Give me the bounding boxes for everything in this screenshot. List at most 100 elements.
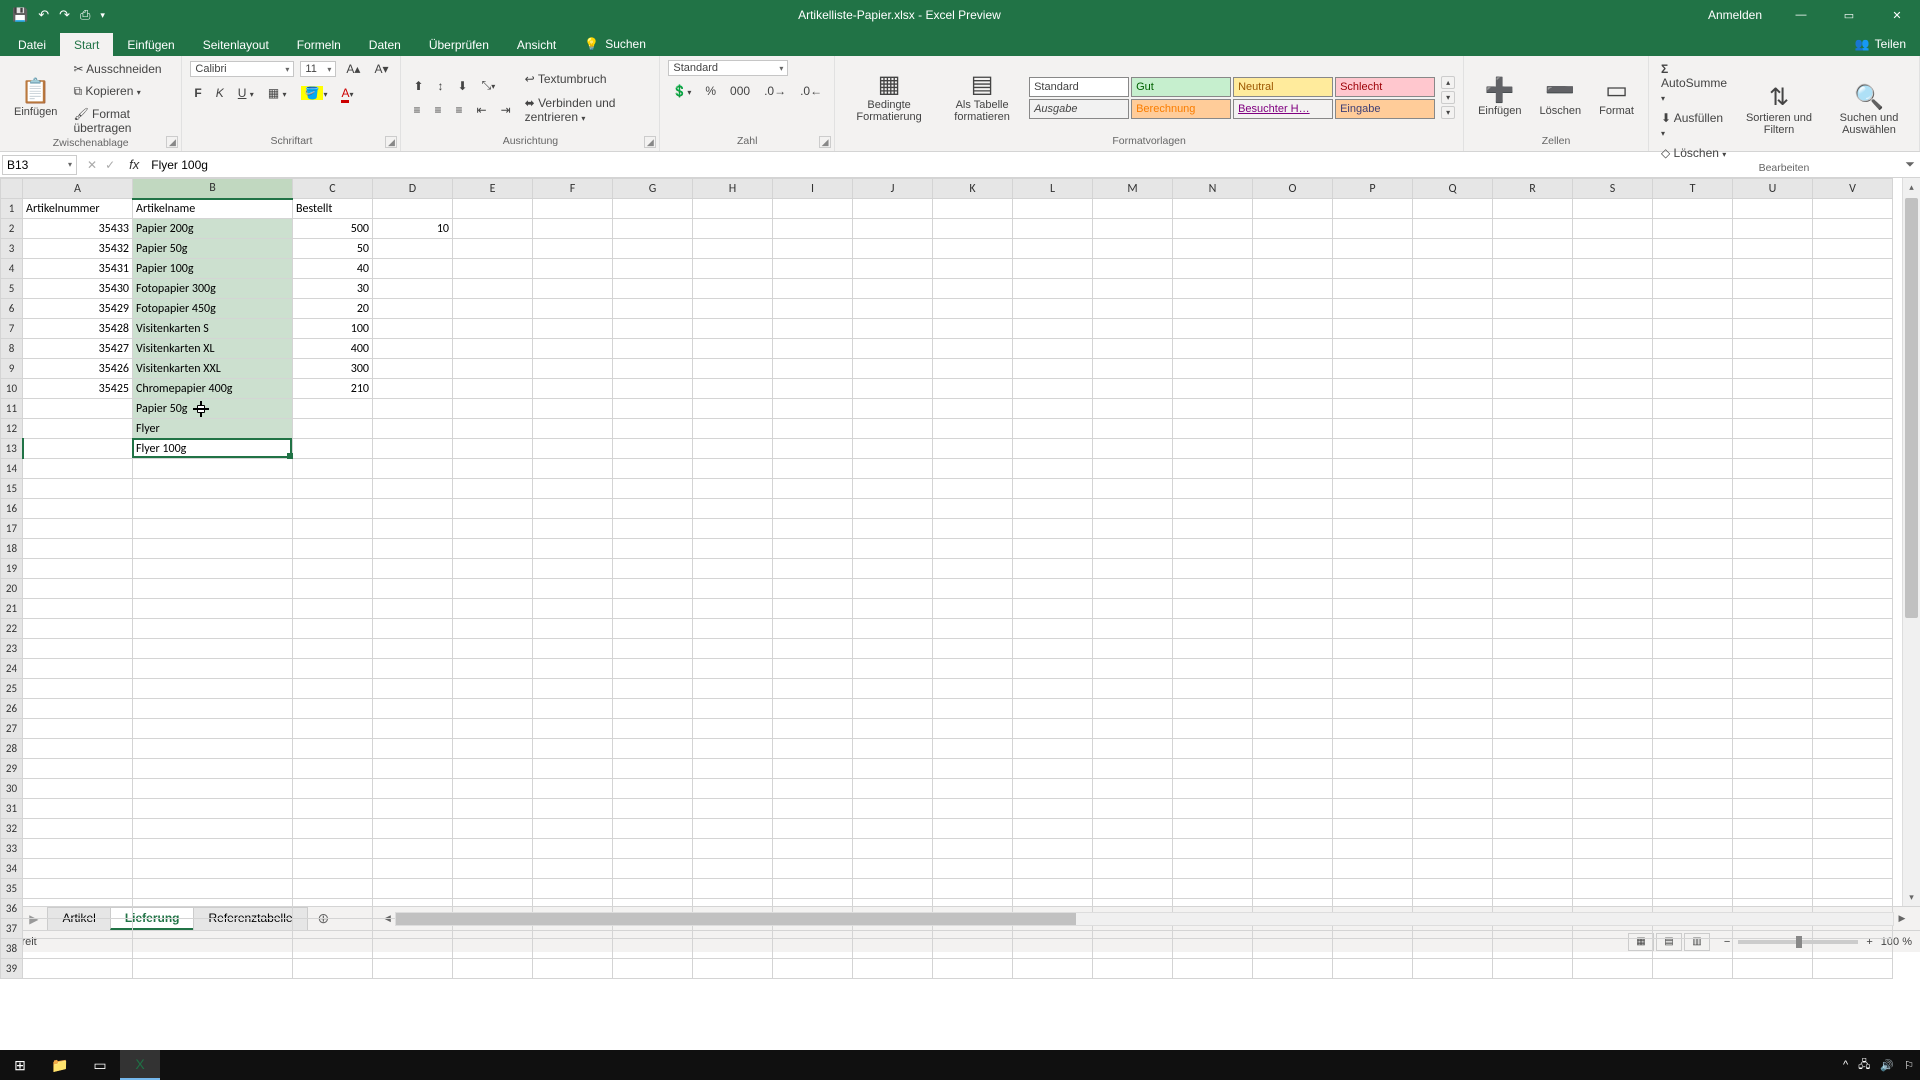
close-button[interactable]: ✕ [1874,0,1920,30]
cell-A18[interactable] [23,539,133,559]
cell-B27[interactable] [133,719,293,739]
cell-G28[interactable] [613,739,693,759]
cell-R4[interactable] [1493,259,1573,279]
cell-I33[interactable] [773,839,853,859]
cell-I12[interactable] [773,419,853,439]
cell-G4[interactable] [613,259,693,279]
align-left-button[interactable]: ≡ [409,101,424,119]
cell-L34[interactable] [1013,859,1093,879]
cell-N25[interactable] [1173,679,1253,699]
cell-U26[interactable] [1733,699,1813,719]
cell-U14[interactable] [1733,459,1813,479]
share-button[interactable]: 👥 Teilen [1841,32,1920,56]
cell-L29[interactable] [1013,759,1093,779]
cell-U1[interactable] [1733,199,1813,219]
cell-E26[interactable] [453,699,533,719]
cell-V33[interactable] [1813,839,1893,859]
cell-J15[interactable] [853,479,933,499]
cell-U35[interactable] [1733,879,1813,899]
autosum-button[interactable]: Σ AutoSumme ▾ [1657,60,1731,106]
cell-N5[interactable] [1173,279,1253,299]
col-header-T[interactable]: T [1653,179,1733,199]
italic-button[interactable]: K [212,84,228,102]
cell-B12[interactable]: Flyer [133,419,293,439]
cell-P15[interactable] [1333,479,1413,499]
cell-K12[interactable] [933,419,1013,439]
row-header-39[interactable]: 39 [1,959,23,979]
cell-J5[interactable] [853,279,933,299]
cell-C7[interactable]: 100 [293,319,373,339]
cell-M16[interactable] [1093,499,1173,519]
cell-T38[interactable] [1653,939,1733,959]
cell-D3[interactable] [373,239,453,259]
cell-S26[interactable] [1573,699,1653,719]
cell-S7[interactable] [1573,319,1653,339]
cell-T9[interactable] [1653,359,1733,379]
cell-F9[interactable] [533,359,613,379]
cell-S34[interactable] [1573,859,1653,879]
cell-I39[interactable] [773,959,853,979]
cell-F35[interactable] [533,879,613,899]
tab-daten[interactable]: Daten [355,33,415,56]
cell-P11[interactable] [1333,399,1413,419]
cell-H19[interactable] [693,559,773,579]
taskbar-excel[interactable]: X [120,1050,160,1080]
cell-O27[interactable] [1253,719,1333,739]
cell-G35[interactable] [613,879,693,899]
cell-J8[interactable] [853,339,933,359]
col-header-V[interactable]: V [1813,179,1893,199]
cell-E16[interactable] [453,499,533,519]
cell-B31[interactable] [133,799,293,819]
cell-S10[interactable] [1573,379,1653,399]
cell-L35[interactable] [1013,879,1093,899]
cell-D20[interactable] [373,579,453,599]
cell-I8[interactable] [773,339,853,359]
accounting-format-button[interactable]: 💲▾ [668,82,695,100]
cell-G14[interactable] [613,459,693,479]
cell-O9[interactable] [1253,359,1333,379]
tray-volume-icon[interactable]: 🔊 [1880,1059,1894,1072]
cell-P23[interactable] [1333,639,1413,659]
row-header-26[interactable]: 26 [1,699,23,719]
cell-E12[interactable] [453,419,533,439]
cell-N24[interactable] [1173,659,1253,679]
cell-R9[interactable] [1493,359,1573,379]
row-header-13[interactable]: 13 [1,439,23,459]
cell-O28[interactable] [1253,739,1333,759]
conditional-formatting-button[interactable]: ▦Bedingte Formatierung [843,71,935,125]
cell-G2[interactable] [613,219,693,239]
merge-center-button[interactable]: ⬌ Verbinden und zentrieren ▾ [521,94,652,126]
cell-G16[interactable] [613,499,693,519]
cell-T28[interactable] [1653,739,1733,759]
cell-K38[interactable] [933,939,1013,959]
align-right-button[interactable]: ≡ [452,101,467,119]
cell-C4[interactable]: 40 [293,259,373,279]
cell-G10[interactable] [613,379,693,399]
cell-B15[interactable] [133,479,293,499]
row-header-34[interactable]: 34 [1,859,23,879]
cell-D11[interactable] [373,399,453,419]
cell-Q3[interactable] [1413,239,1493,259]
cell-A30[interactable] [23,779,133,799]
row-header-5[interactable]: 5 [1,279,23,299]
insert-cells-button[interactable]: ➕Einfügen [1472,77,1527,119]
cell-F27[interactable] [533,719,613,739]
cell-P3[interactable] [1333,239,1413,259]
cell-R5[interactable] [1493,279,1573,299]
cell-A2[interactable]: 35433 [23,219,133,239]
cell-I9[interactable] [773,359,853,379]
style-berechnung[interactable]: Berechnung [1131,99,1231,119]
cell-C3[interactable]: 50 [293,239,373,259]
cell-T8[interactable] [1653,339,1733,359]
cell-H31[interactable] [693,799,773,819]
cell-K18[interactable] [933,539,1013,559]
align-center-button[interactable]: ≡ [431,101,446,119]
cell-J20[interactable] [853,579,933,599]
cell-N17[interactable] [1173,519,1253,539]
col-header-O[interactable]: O [1253,179,1333,199]
cell-V39[interactable] [1813,959,1893,979]
cell-F13[interactable] [533,439,613,459]
cell-B9[interactable]: Visitenkarten XXL [133,359,293,379]
cell-M3[interactable] [1093,239,1173,259]
cell-B38[interactable] [133,939,293,959]
